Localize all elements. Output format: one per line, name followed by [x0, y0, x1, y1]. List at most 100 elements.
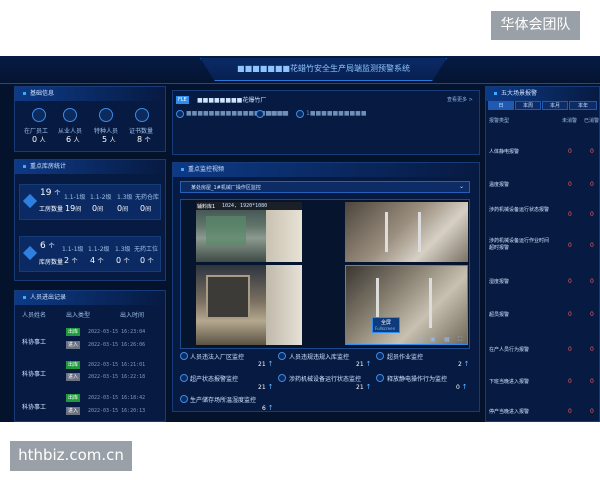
alarm-panel: 五大场景报警 — [485, 86, 600, 422]
watermark-top: 华体会团队 — [491, 11, 580, 40]
out-tag: 进入 — [66, 373, 81, 381]
alarm-open-count: 0 — [568, 378, 572, 385]
arrow-up-icon: ↑ — [267, 360, 274, 368]
alarm-open-count: 0 — [568, 211, 572, 218]
tooltip-text: 全屏 — [381, 320, 392, 326]
alarm-open-count: 0 — [568, 346, 572, 353]
camera-icon — [376, 352, 384, 360]
camera-feed-4[interactable] — [345, 265, 468, 345]
out-time: 2022-03-15 16:20:13 — [88, 408, 146, 414]
view-more-link[interactable]: 查看更多 > — [447, 96, 473, 103]
split-1-icon[interactable]: ▢ — [418, 336, 424, 343]
camera-feed-1[interactable] — [196, 202, 302, 262]
alarm-type: 下班当晚进入报警 — [489, 379, 530, 385]
in-tag: 出库 — [66, 328, 81, 336]
col-header: 出入类型 — [66, 312, 91, 319]
location-icon — [176, 110, 184, 118]
alarm-type: 温度报警 — [489, 182, 510, 188]
company-badge: FLE — [176, 96, 189, 104]
alarm-closed-count: 0 — [590, 346, 594, 353]
fullscreen-icon[interactable]: ⛶ — [458, 336, 462, 344]
alarm-open-count: 0 — [568, 408, 572, 415]
alarm-open-count: 0 — [568, 148, 572, 155]
camera-label: 辅料库1 — [197, 204, 216, 210]
camera-icon — [180, 352, 188, 360]
app-title: ■■■■■■■花蜡竹安全生产局端监测预警系统 — [200, 58, 447, 81]
stat-label: 证书数量 — [129, 128, 154, 135]
panel-title: 重点监控视频 — [173, 163, 479, 177]
alarm-open-count: 0 — [568, 311, 572, 318]
company-phone: 1■■■■■■■■■■ — [306, 110, 367, 117]
warehouse-count: 6 个 — [40, 241, 55, 251]
tab-day[interactable]: 日 — [488, 101, 514, 110]
arrow-up-icon: ↑ — [463, 360, 470, 368]
split-4-icon[interactable]: ▣ — [430, 336, 436, 343]
panel-title: 五大场景报警 — [486, 87, 599, 101]
video-controls: − ▢ ▣ ▦ ⛶ — [388, 336, 470, 346]
tab-year[interactable]: 本年 — [569, 101, 597, 110]
alarm-type: 在产人员行为报警 — [489, 347, 530, 353]
camera-icon — [278, 374, 286, 382]
camera-icon — [180, 395, 188, 403]
worker-icon — [63, 108, 77, 122]
grade-header: 1.1-2级 — [90, 194, 112, 201]
alarm-closed-count: 0 — [590, 408, 594, 415]
employee-icon — [32, 108, 46, 122]
alarm-closed-count: 0 — [590, 278, 594, 285]
monitor-count: 21 ↑ — [356, 383, 372, 391]
alarm-closed-count: 0 — [590, 148, 594, 155]
grade-header: 1.1-1级 — [64, 194, 86, 201]
watermark-bottom: hthbiz.com.cn — [10, 441, 132, 471]
monitor-count: 21 ↑ — [258, 383, 274, 391]
camera-icon — [180, 374, 188, 382]
panel-title: 人员进出记录 — [15, 291, 165, 305]
camera-feed-2[interactable] — [345, 202, 468, 262]
arrow-up-icon: ↑ — [267, 404, 274, 412]
camera-feed-3[interactable] — [196, 265, 302, 345]
grade-value: 19间 — [65, 204, 82, 213]
stat-value: 5 人 — [102, 135, 116, 144]
grade-header: 无药仓库 — [135, 194, 160, 201]
col-header: 未消警 — [562, 118, 578, 124]
camera-icon — [376, 374, 384, 382]
grade-value: 2 个 — [64, 256, 78, 265]
out-tag: 进入 — [66, 341, 81, 349]
stat-label: 特种人员 — [94, 128, 119, 135]
camera-select-value: 某处房屋_1#机械厂操作区监控 — [191, 185, 261, 191]
col-header: 出入时间 — [120, 312, 145, 319]
arrow-up-icon: ↑ — [365, 383, 372, 391]
in-tag: 出库 — [66, 361, 81, 369]
tab-week[interactable]: 本周 — [515, 101, 541, 110]
grade-header: 1.1-1级 — [62, 246, 84, 253]
stat-value: 8 个 — [137, 135, 151, 144]
monitor-count: 21 ↑ — [258, 360, 274, 368]
certificate-icon — [135, 108, 149, 122]
arrow-up-icon: ↑ — [461, 383, 468, 391]
grade-header: 无药工位 — [134, 246, 159, 253]
workshop-label: 工房数量 — [39, 206, 64, 213]
person-name: 科协事工 — [22, 371, 47, 378]
monitor-label: 释放静电操作行为监控 — [387, 376, 448, 383]
alarm-type: 涉药机械设备运行作业时间超时报警 — [489, 238, 550, 251]
grade-header: 1.3级 — [115, 246, 131, 253]
special-staff-icon — [99, 108, 113, 122]
col-header: 已消警 — [584, 118, 600, 124]
camera-select[interactable]: 某处房屋_1#机械厂操作区监控 ⌄ — [180, 181, 470, 193]
panel-title: 基础信息 — [15, 87, 165, 101]
monitor-label: 超产状态报警监控 — [190, 376, 239, 383]
alarm-type: 停产当晚进入报警 — [489, 409, 530, 415]
monitor-label: 生产储存场所温湿度监控 — [190, 397, 257, 404]
monitor-label: 超员作业监控 — [387, 354, 424, 361]
fullscreen-tooltip: 全屏 Fullscreen — [372, 317, 400, 333]
grade-value: 0间 — [117, 204, 129, 213]
monitor-count: 6 ↑ — [262, 404, 274, 412]
alarm-type: 涉药机械设备运行状态报警 — [489, 207, 550, 213]
tab-month[interactable]: 本月 — [542, 101, 568, 110]
grade-value: 0间 — [140, 204, 152, 213]
prev-icon[interactable]: − — [406, 336, 411, 343]
in-tag: 出库 — [66, 394, 81, 402]
split-9-icon[interactable]: ▦ — [444, 336, 450, 343]
grade-value: 4 个 — [90, 256, 104, 265]
stat-value: 0 人 — [32, 135, 46, 144]
contact-icon — [256, 110, 264, 118]
